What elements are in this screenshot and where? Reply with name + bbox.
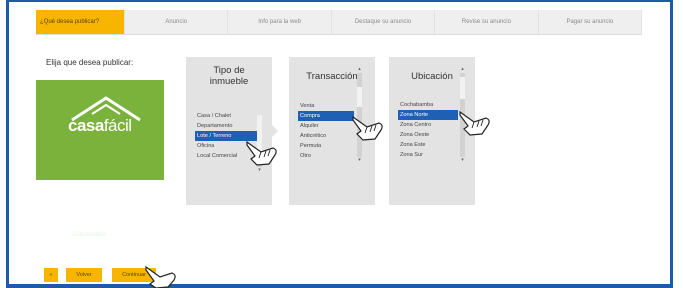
list-transaccion[interactable]: Venta Compra Alquiler Anticrético Permut…	[298, 101, 354, 161]
tab-anuncio[interactable]: Anuncio	[125, 10, 229, 34]
brand-caption: Subcasafácil	[72, 232, 107, 238]
tab-pagar[interactable]: Pagar su anuncio	[539, 10, 643, 34]
list-item[interactable]: Permuta	[298, 141, 354, 151]
brand-logo: casafácil	[68, 116, 132, 136]
panel-tipo-inmueble: Tipo de inmueble Casa / Chalet Departame…	[186, 57, 272, 205]
back-button[interactable]: Volver	[66, 268, 102, 282]
list-item[interactable]: Cochabamba	[398, 100, 458, 110]
publish-prompt: Elija que desea publicar:	[46, 58, 134, 67]
list-item[interactable]: Zona Este	[398, 140, 458, 150]
tab-que-desea-publicar[interactable]: ¿Qué desea publicar?	[36, 10, 125, 34]
hand-cursor-icon	[246, 140, 277, 166]
list-item[interactable]: Anticrético	[298, 131, 354, 141]
brand-card: casafácil Subcasafácil	[36, 80, 164, 238]
list-item[interactable]: Otro	[298, 151, 354, 161]
logo-light-text: fácil	[103, 116, 132, 135]
logo-main-text: casa	[68, 116, 104, 135]
list-item[interactable]: Alquiler	[298, 121, 354, 131]
scrollbar-thumb[interactable]	[357, 87, 362, 107]
scroll-up-icon[interactable]: ▴	[460, 67, 465, 72]
frame-bottom-border	[6, 284, 673, 288]
list-item[interactable]: Zona Sur	[398, 150, 458, 160]
frame-left-border	[6, 0, 9, 288]
scroll-up-icon[interactable]: ▴	[357, 67, 362, 72]
list-item[interactable]: Venta	[298, 101, 354, 111]
panel-title-tipo: Tipo de inmueble	[209, 65, 249, 87]
list-item[interactable]: Zona Oeste	[398, 130, 458, 140]
step-arrow-icon	[272, 125, 278, 137]
hand-cursor-icon	[145, 265, 176, 288]
list-item-selected[interactable]: Zona Norte	[398, 110, 458, 120]
prev-button[interactable]: «	[44, 268, 58, 282]
list-item[interactable]: Casa / Chalet	[195, 111, 259, 121]
frame-right-border	[670, 0, 673, 288]
list-item[interactable]: Zona Centro	[398, 120, 458, 130]
frame-top-border	[6, 0, 673, 2]
scroll-down-icon[interactable]: ▾	[460, 158, 465, 163]
panel-title-transaccion: Transacción	[306, 71, 358, 82]
list-item-selected[interactable]: Compra	[298, 111, 354, 121]
hand-cursor-icon	[459, 110, 490, 136]
tab-revise[interactable]: Revise su anuncio	[435, 10, 539, 34]
hand-cursor-icon	[352, 115, 383, 141]
scroll-down-icon[interactable]: ▾	[357, 158, 362, 163]
tab-destaque[interactable]: Destaque su anuncio	[332, 10, 436, 34]
list-item[interactable]: Departamento	[195, 121, 259, 131]
wizard-tab-bar: ¿Qué desea publicar? Anuncio Info para l…	[36, 10, 643, 35]
scroll-down-icon[interactable]: ▾	[257, 168, 262, 173]
scrollbar-thumb[interactable]	[460, 77, 465, 99]
tab-info-web[interactable]: Info para la web	[228, 10, 332, 34]
list-ubicacion[interactable]: Cochabamba Zona Norte Zona Centro Zona O…	[398, 100, 458, 160]
